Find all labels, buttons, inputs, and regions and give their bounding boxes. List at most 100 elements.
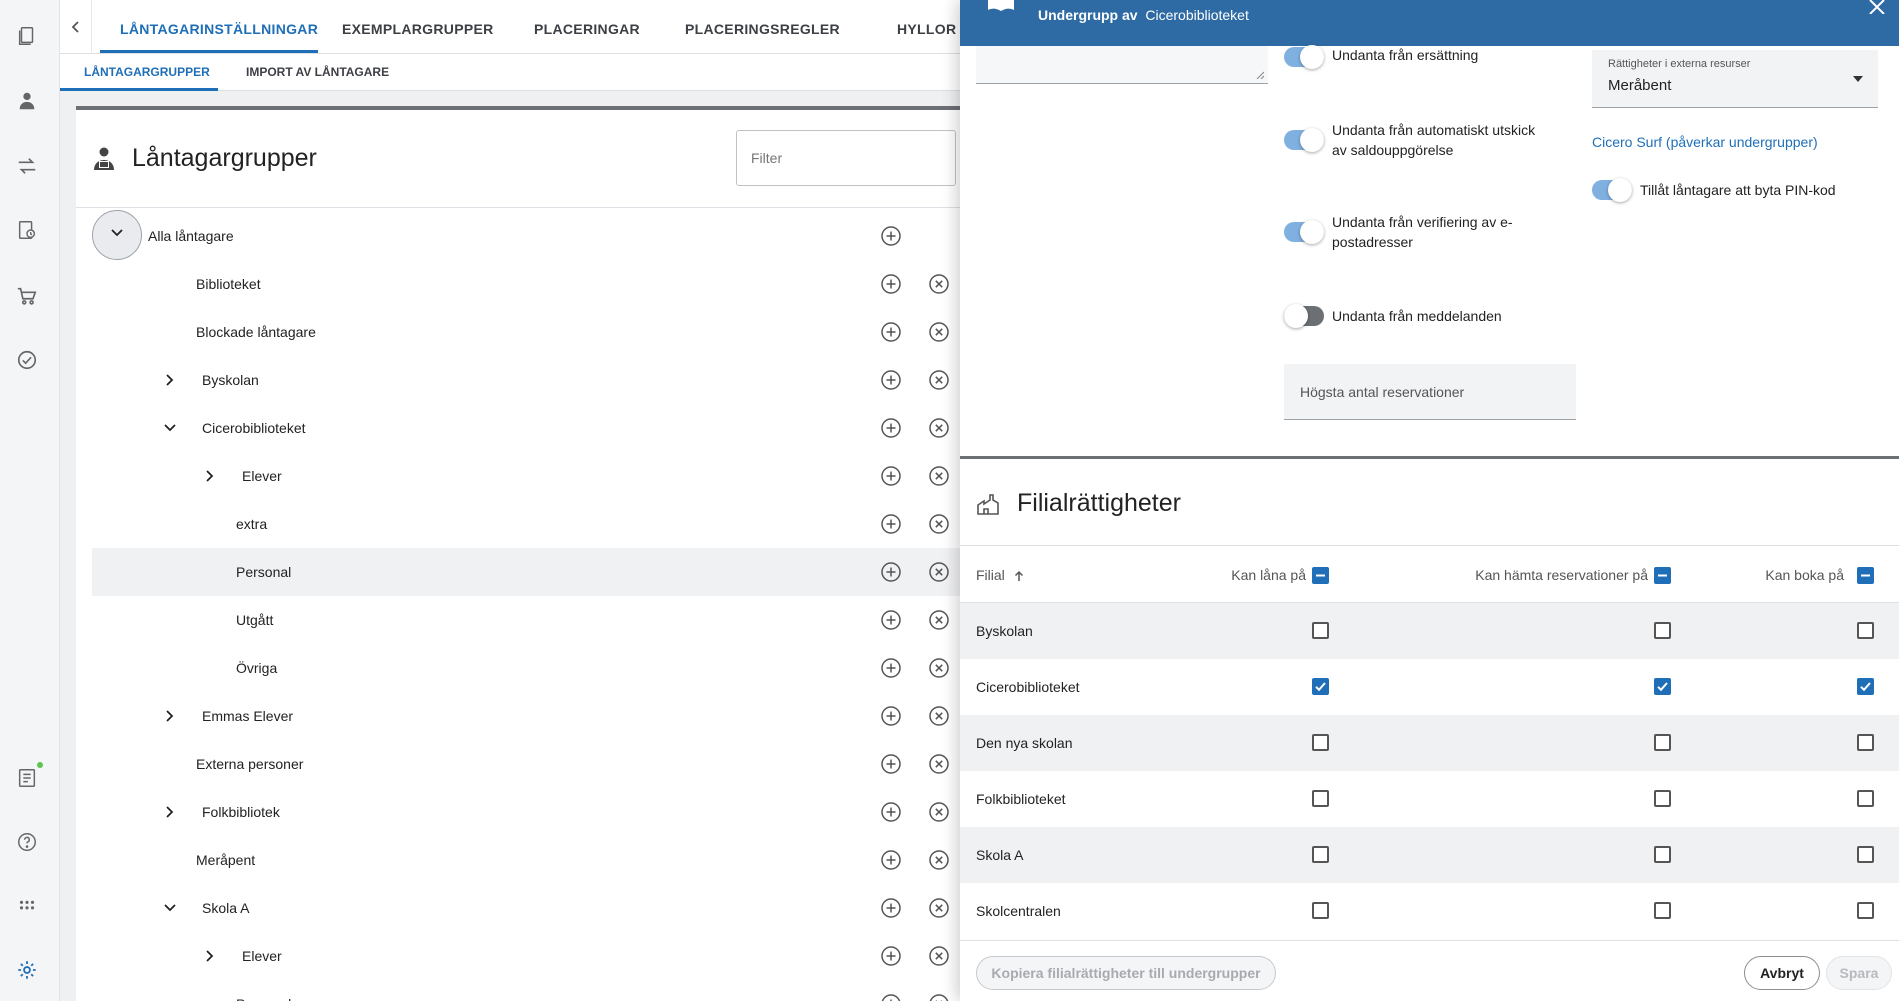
can-pickup-checkbox[interactable] [1654, 790, 1671, 807]
description-textarea[interactable] [976, 46, 1268, 84]
add-subgroup-icon[interactable] [880, 945, 902, 967]
copy-branch-rights-button[interactable]: Kopiera filialrättigheter till undergrup… [976, 956, 1276, 990]
remove-group-icon[interactable] [928, 561, 950, 583]
tab-placeringar[interactable]: PLACERINGAR [534, 0, 640, 54]
subtab-lantagargrupper[interactable]: LÅNTAGARGRUPPER [84, 54, 210, 91]
can-book-checkbox[interactable] [1857, 846, 1874, 863]
remove-group-icon[interactable] [928, 801, 950, 823]
tree-row-label[interactable]: Byskolan [202, 356, 259, 404]
add-subgroup-icon[interactable] [880, 705, 902, 727]
remove-group-icon[interactable] [928, 369, 950, 391]
chevron-right-icon[interactable] [200, 466, 220, 486]
apps-icon[interactable] [15, 894, 39, 918]
cancel-button[interactable]: Avbryt [1744, 956, 1820, 990]
settings-icon[interactable] [15, 958, 39, 982]
tree-row[interactable]: Externa personer [92, 740, 960, 788]
resize-handle-icon[interactable] [1256, 71, 1264, 79]
can-loan-checkbox[interactable] [1312, 846, 1329, 863]
can-pickup-checkbox[interactable] [1654, 734, 1671, 751]
tree-row-label[interactable]: Meråpent [196, 836, 255, 884]
add-subgroup-icon[interactable] [880, 753, 902, 775]
can-loan-checkbox[interactable] [1312, 678, 1329, 695]
can-pickup-checkbox[interactable] [1654, 902, 1671, 919]
remove-group-icon[interactable] [928, 513, 950, 535]
remove-group-icon[interactable] [928, 945, 950, 967]
can-book-checkbox[interactable] [1857, 678, 1874, 695]
tree-row-label[interactable]: Cicerobiblioteket [202, 404, 306, 452]
add-subgroup-icon[interactable] [880, 273, 902, 295]
tree-row[interactable]: Blockade låntagare [92, 308, 960, 356]
remove-group-icon[interactable] [928, 417, 950, 439]
remove-group-icon[interactable] [928, 273, 950, 295]
tree-row-label[interactable]: Elever [242, 452, 282, 500]
tree-row-label[interactable]: Folkbibliotek [202, 788, 280, 836]
catalog-icon[interactable] [15, 24, 39, 48]
chevron-right-icon[interactable] [200, 946, 220, 966]
can-book-checkbox[interactable] [1857, 902, 1874, 919]
tree-row[interactable]: Utgått [92, 596, 960, 644]
tree-row[interactable]: Folkbibliotek [92, 788, 960, 836]
column-branch[interactable]: Filial [976, 546, 1024, 604]
tree-row-label[interactable]: Övriga [236, 644, 277, 692]
select-all-pickup-checkbox[interactable] [1654, 567, 1671, 584]
remove-group-icon[interactable] [928, 897, 950, 919]
chevron-right-icon[interactable] [160, 706, 180, 726]
tree-row[interactable]: Övriga [92, 644, 960, 692]
add-subgroup-icon[interactable] [880, 225, 902, 247]
can-book-checkbox[interactable] [1857, 622, 1874, 639]
select-all-loan-checkbox[interactable] [1312, 567, 1329, 584]
tree-row[interactable]: Personal [92, 548, 960, 596]
tree-row-label[interactable]: Externa personer [196, 740, 303, 788]
add-subgroup-icon[interactable] [880, 561, 902, 583]
can-pickup-checkbox[interactable] [1654, 846, 1671, 863]
acquisitions-icon[interactable] [15, 284, 39, 308]
can-loan-checkbox[interactable] [1312, 734, 1329, 751]
tree-row-label[interactable]: Elever [242, 932, 282, 980]
save-button[interactable]: Spara [1826, 956, 1892, 990]
add-subgroup-icon[interactable] [880, 897, 902, 919]
remove-group-icon[interactable] [928, 849, 950, 871]
tree-row-label[interactable]: Emmas Elever [202, 692, 293, 740]
can-pickup-checkbox[interactable] [1654, 678, 1671, 695]
collapse-all-button[interactable] [92, 210, 142, 260]
select-all-book-checkbox[interactable] [1857, 567, 1874, 584]
chevron-right-icon[interactable] [160, 370, 180, 390]
help-icon[interactable] [15, 830, 39, 854]
tab-hyllor[interactable]: HYLLOR [897, 0, 956, 54]
can-loan-checkbox[interactable] [1312, 790, 1329, 807]
tab-lantagarinstallningar[interactable]: LÅNTAGARINSTÄLLNINGAR [120, 0, 318, 54]
tree-row[interactable]: Personal [92, 980, 960, 1001]
exempt-compensation-toggle[interactable] [1284, 45, 1324, 69]
add-subgroup-icon[interactable] [880, 609, 902, 631]
filter-input[interactable] [736, 130, 956, 186]
checklist-icon[interactable] [15, 348, 39, 372]
exempt-email-verification-toggle[interactable] [1284, 220, 1324, 244]
add-subgroup-icon[interactable] [880, 369, 902, 391]
add-subgroup-icon[interactable] [880, 465, 902, 487]
tree-row[interactable]: Meråpent [92, 836, 960, 884]
remove-group-icon[interactable] [928, 609, 950, 631]
chevron-down-icon[interactable] [160, 898, 180, 918]
tree-row-label[interactable]: Personal [236, 980, 291, 1001]
cicero-surf-link[interactable]: Cicero Surf (påverkar undergrupper) [1592, 134, 1818, 150]
remove-group-icon[interactable] [928, 705, 950, 727]
tree-row[interactable]: Elever [92, 932, 960, 980]
add-subgroup-icon[interactable] [880, 993, 902, 1001]
can-loan-checkbox[interactable] [1312, 622, 1329, 639]
tab-placeringsregler[interactable]: PLACERINGSREGLER [685, 0, 840, 54]
tree-row-label[interactable]: Personal [236, 548, 291, 596]
tree-row-label[interactable]: Utgått [236, 596, 273, 644]
circulation-icon[interactable] [15, 154, 39, 178]
add-subgroup-icon[interactable] [880, 513, 902, 535]
add-subgroup-icon[interactable] [880, 321, 902, 343]
tree-row-label[interactable]: extra [236, 500, 267, 548]
can-book-checkbox[interactable] [1857, 790, 1874, 807]
add-subgroup-icon[interactable] [880, 657, 902, 679]
tree-row[interactable]: Byskolan [92, 356, 960, 404]
max-reservations-input[interactable]: Högsta antal reservationer [1284, 364, 1576, 420]
tree-row[interactable]: Elever [92, 452, 960, 500]
reports-icon[interactable] [15, 766, 39, 790]
tree-row[interactable]: extra [92, 500, 960, 548]
tab-exemplargrupper[interactable]: EXEMPLARGRUPPER [342, 0, 494, 54]
tree-row[interactable]: Cicerobiblioteket [92, 404, 960, 452]
